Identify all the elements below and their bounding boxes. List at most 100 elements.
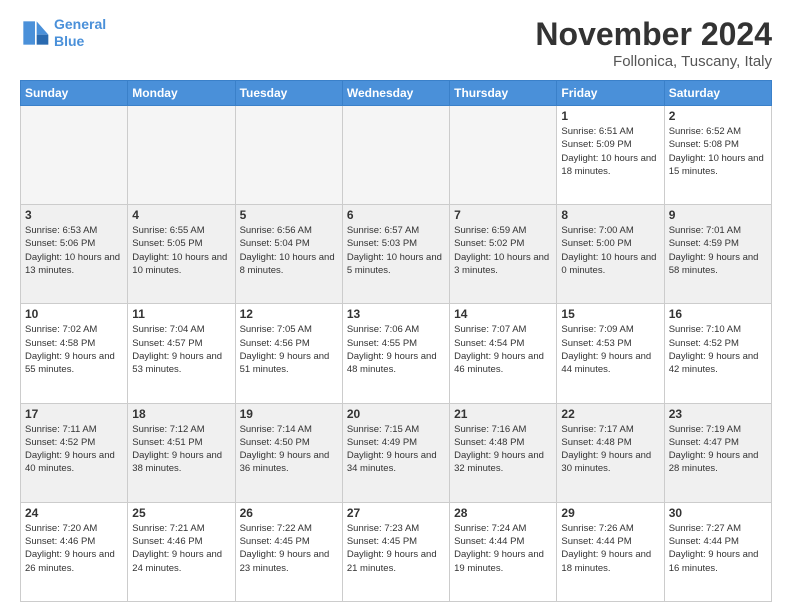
- table-cell: 30 Sunrise: 7:27 AM Sunset: 4:44 PM Dayli…: [664, 502, 771, 601]
- table-cell: 17 Sunrise: 7:11 AM Sunset: 4:52 PM Dayli…: [21, 403, 128, 502]
- table-cell: 19Sunrise: 7:14 AM Sunset: 4:50 PM Dayli…: [235, 403, 342, 502]
- table-cell: [450, 106, 557, 205]
- day-number: 8: [561, 208, 659, 222]
- header: General Blue November 2024 Follonica, Tu…: [20, 16, 772, 70]
- table-cell: 14 Sunrise: 7:07 AM Sunset: 4:54 PM Dayli…: [450, 304, 557, 403]
- day-number: 28: [454, 506, 552, 520]
- day-info: Sunrise: 7:11 AM Sunset: 4:52 PM Dayligh…: [25, 423, 123, 476]
- day-info: Sunrise: 6:56 AM Sunset: 5:04 PM Dayligh…: [240, 224, 338, 277]
- day-info: Sunrise: 7:15 AM Sunset: 4:49 PM Dayligh…: [347, 423, 445, 476]
- day-info: Sunrise: 7:09 AM Sunset: 4:53 PM Dayligh…: [561, 323, 659, 376]
- col-monday: Monday: [128, 81, 235, 106]
- table-cell: 8Sunrise: 7:00 AM Sunset: 5:00 PM Daylig…: [557, 205, 664, 304]
- day-number: 20: [347, 407, 445, 421]
- day-number: 26: [240, 506, 338, 520]
- day-info: Sunrise: 6:53 AM Sunset: 5:06 PM Dayligh…: [25, 224, 123, 277]
- day-info: Sunrise: 7:04 AM Sunset: 4:57 PM Dayligh…: [132, 323, 230, 376]
- day-number: 25: [132, 506, 230, 520]
- col-wednesday: Wednesday: [342, 81, 449, 106]
- table-row: 24 Sunrise: 7:20 AM Sunset: 4:46 PM Dayli…: [21, 502, 772, 601]
- day-info: Sunrise: 7:20 AM Sunset: 4:46 PM Dayligh…: [25, 522, 123, 575]
- day-info: Sunrise: 7:12 AM Sunset: 4:51 PM Dayligh…: [132, 423, 230, 476]
- table-cell: 15 Sunrise: 7:09 AM Sunset: 4:53 PM Dayli…: [557, 304, 664, 403]
- table-cell: 24 Sunrise: 7:20 AM Sunset: 4:46 PM Dayli…: [21, 502, 128, 601]
- day-number: 29: [561, 506, 659, 520]
- col-friday: Friday: [557, 81, 664, 106]
- logo-line1: General: [54, 16, 106, 32]
- day-number: 2: [669, 109, 767, 123]
- day-info: Sunrise: 7:27 AM Sunset: 4:44 PM Dayligh…: [669, 522, 767, 575]
- table-cell: 6 Sunrise: 6:57 AM Sunset: 5:03 PM Daylig…: [342, 205, 449, 304]
- logo-icon: [20, 18, 50, 48]
- table-cell: 16 Sunrise: 7:10 AM Sunset: 4:52 PM Dayli…: [664, 304, 771, 403]
- table-cell: 12 Sunrise: 7:05 AM Sunset: 4:56 PM Dayli…: [235, 304, 342, 403]
- day-number: 19: [240, 407, 338, 421]
- day-number: 12: [240, 307, 338, 321]
- day-number: 14: [454, 307, 552, 321]
- table-cell: 27 Sunrise: 7:23 AM Sunset: 4:45 PM Dayli…: [342, 502, 449, 601]
- table-cell: [21, 106, 128, 205]
- table-cell: 21 Sunrise: 7:16 AM Sunset: 4:48 PM Dayli…: [450, 403, 557, 502]
- table-cell: 4 Sunrise: 6:55 AM Sunset: 5:05 PM Daylig…: [128, 205, 235, 304]
- table-cell: 5 Sunrise: 6:56 AM Sunset: 5:04 PM Daylig…: [235, 205, 342, 304]
- day-info: Sunrise: 7:26 AM Sunset: 4:44 PM Dayligh…: [561, 522, 659, 575]
- day-info: Sunrise: 7:23 AM Sunset: 4:45 PM Dayligh…: [347, 522, 445, 575]
- day-number: 7: [454, 208, 552, 222]
- day-number: 6: [347, 208, 445, 222]
- day-info: Sunrise: 7:06 AM Sunset: 4:55 PM Dayligh…: [347, 323, 445, 376]
- table-cell: [342, 106, 449, 205]
- page: General Blue November 2024 Follonica, Tu…: [0, 0, 792, 612]
- table-cell: 18Sunrise: 7:12 AM Sunset: 4:51 PM Dayli…: [128, 403, 235, 502]
- logo-text: General Blue: [54, 16, 106, 50]
- day-number: 22: [561, 407, 659, 421]
- table-cell: 13 Sunrise: 7:06 AM Sunset: 4:55 PM Dayli…: [342, 304, 449, 403]
- day-info: Sunrise: 7:07 AM Sunset: 4:54 PM Dayligh…: [454, 323, 552, 376]
- location: Follonica, Tuscany, Italy: [535, 53, 772, 70]
- day-info: Sunrise: 7:24 AM Sunset: 4:44 PM Dayligh…: [454, 522, 552, 575]
- day-number: 21: [454, 407, 552, 421]
- day-info: Sunrise: 7:16 AM Sunset: 4:48 PM Dayligh…: [454, 423, 552, 476]
- col-saturday: Saturday: [664, 81, 771, 106]
- day-number: 16: [669, 307, 767, 321]
- day-number: 27: [347, 506, 445, 520]
- day-info: Sunrise: 7:21 AM Sunset: 4:46 PM Dayligh…: [132, 522, 230, 575]
- day-number: 15: [561, 307, 659, 321]
- month-title: November 2024: [535, 16, 772, 53]
- day-info: Sunrise: 6:57 AM Sunset: 5:03 PM Dayligh…: [347, 224, 445, 277]
- day-info: Sunrise: 6:51 AM Sunset: 5:09 PM Dayligh…: [561, 125, 659, 178]
- day-info: Sunrise: 6:55 AM Sunset: 5:05 PM Dayligh…: [132, 224, 230, 277]
- day-number: 5: [240, 208, 338, 222]
- table-row: 3Sunrise: 6:53 AM Sunset: 5:06 PM Daylig…: [21, 205, 772, 304]
- table-cell: [128, 106, 235, 205]
- logo: General Blue: [20, 16, 106, 50]
- table-cell: 23 Sunrise: 7:19 AM Sunset: 4:47 PM Dayli…: [664, 403, 771, 502]
- day-info: Sunrise: 6:52 AM Sunset: 5:08 PM Dayligh…: [669, 125, 767, 178]
- header-row: Sunday Monday Tuesday Wednesday Thursday…: [21, 81, 772, 106]
- day-info: Sunrise: 6:59 AM Sunset: 5:02 PM Dayligh…: [454, 224, 552, 277]
- day-number: 10: [25, 307, 123, 321]
- day-number: 13: [347, 307, 445, 321]
- table-cell: 7 Sunrise: 6:59 AM Sunset: 5:02 PM Daylig…: [450, 205, 557, 304]
- table-cell: 3Sunrise: 6:53 AM Sunset: 5:06 PM Daylig…: [21, 205, 128, 304]
- table-cell: 10Sunrise: 7:02 AM Sunset: 4:58 PM Dayli…: [21, 304, 128, 403]
- day-info: Sunrise: 7:10 AM Sunset: 4:52 PM Dayligh…: [669, 323, 767, 376]
- table-cell: 11Sunrise: 7:04 AM Sunset: 4:57 PM Dayli…: [128, 304, 235, 403]
- day-number: 30: [669, 506, 767, 520]
- day-number: 24: [25, 506, 123, 520]
- table-cell: 22 Sunrise: 7:17 AM Sunset: 4:48 PM Dayli…: [557, 403, 664, 502]
- day-number: 4: [132, 208, 230, 222]
- day-info: Sunrise: 7:17 AM Sunset: 4:48 PM Dayligh…: [561, 423, 659, 476]
- col-sunday: Sunday: [21, 81, 128, 106]
- table-cell: 9 Sunrise: 7:01 AM Sunset: 4:59 PM Daylig…: [664, 205, 771, 304]
- day-number: 17: [25, 407, 123, 421]
- day-number: 9: [669, 208, 767, 222]
- day-info: Sunrise: 7:05 AM Sunset: 4:56 PM Dayligh…: [240, 323, 338, 376]
- table-cell: [235, 106, 342, 205]
- day-info: Sunrise: 7:01 AM Sunset: 4:59 PM Dayligh…: [669, 224, 767, 277]
- title-block: November 2024 Follonica, Tuscany, Italy: [535, 16, 772, 70]
- day-number: 23: [669, 407, 767, 421]
- table-cell: 29 Sunrise: 7:26 AM Sunset: 4:44 PM Dayli…: [557, 502, 664, 601]
- day-info: Sunrise: 7:19 AM Sunset: 4:47 PM Dayligh…: [669, 423, 767, 476]
- col-thursday: Thursday: [450, 81, 557, 106]
- calendar: Sunday Monday Tuesday Wednesday Thursday…: [20, 80, 772, 602]
